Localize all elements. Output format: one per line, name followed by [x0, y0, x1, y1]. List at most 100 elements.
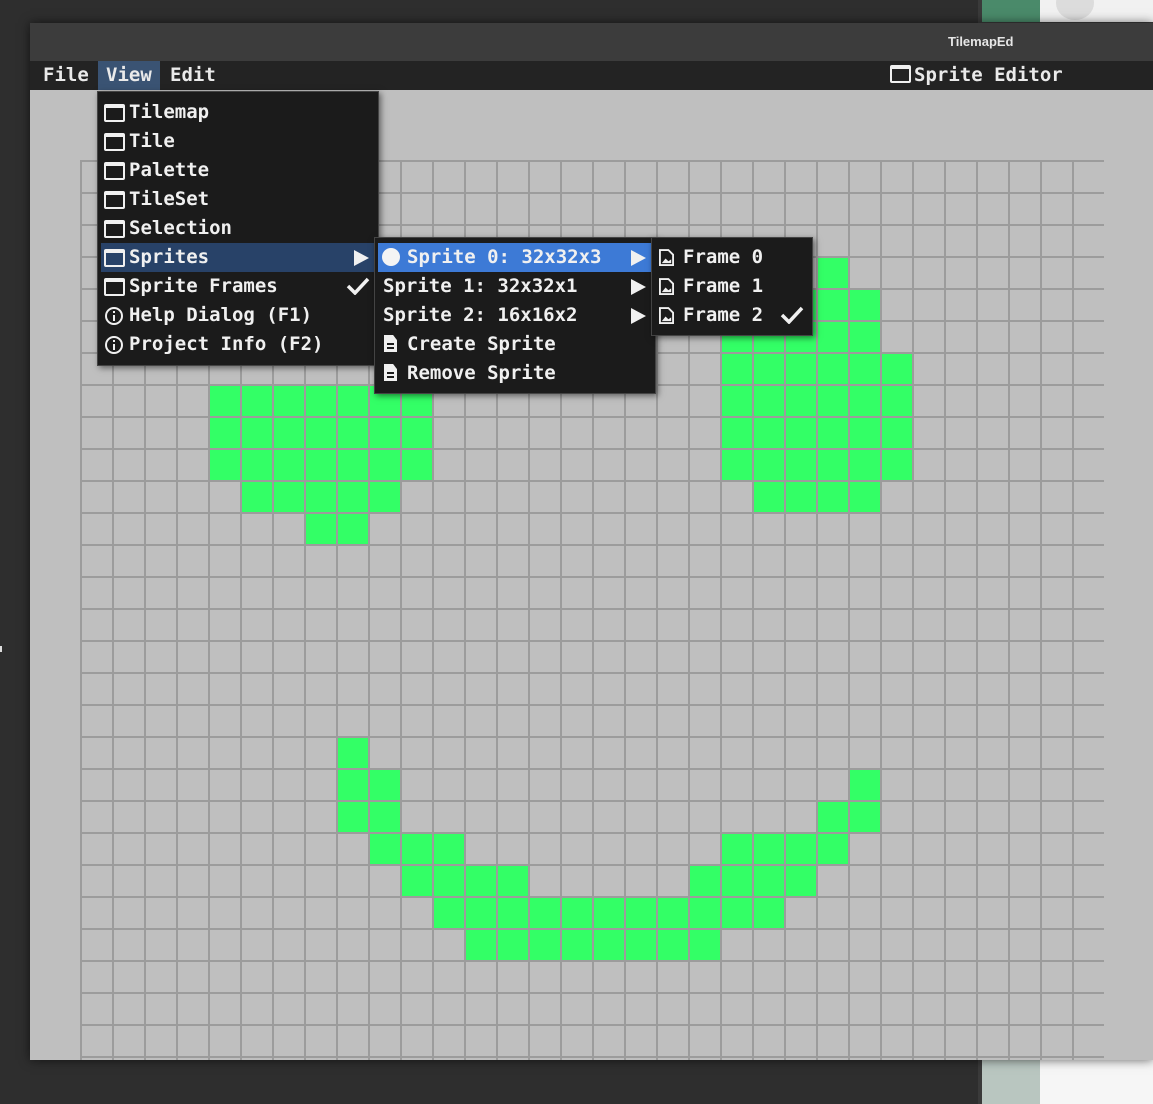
sprite-pixel[interactable]: [786, 866, 816, 896]
view-menu-item-tile[interactable]: Tile: [101, 127, 375, 156]
sprite-pixel[interactable]: [818, 322, 848, 352]
sprite-pixel[interactable]: [818, 354, 848, 384]
sprite-pixel[interactable]: [434, 866, 464, 896]
sprite-pixel[interactable]: [754, 482, 784, 512]
sprite-pixel[interactable]: [338, 386, 368, 416]
sprite-pixel[interactable]: [818, 450, 848, 480]
view-menu-item-tilemap[interactable]: Tilemap: [101, 98, 375, 127]
sprite-pixel[interactable]: [562, 898, 592, 928]
sprite-pixel[interactable]: [402, 866, 432, 896]
sprite-pixel[interactable]: [850, 386, 880, 416]
sprite-pixel[interactable]: [530, 930, 560, 960]
sprite-item-0[interactable]: Sprite 0: 32x32x3: [378, 243, 652, 272]
sprite-pixel[interactable]: [242, 450, 272, 480]
sprite-pixel[interactable]: [338, 738, 368, 768]
sprite-pixel[interactable]: [306, 482, 336, 512]
sprite-pixel[interactable]: [818, 834, 848, 864]
view-menu-item-selection[interactable]: Selection: [101, 214, 375, 243]
sprite-pixel[interactable]: [338, 514, 368, 544]
sprite-pixel[interactable]: [370, 802, 400, 832]
sprite-pixel[interactable]: [850, 450, 880, 480]
sprite-pixel[interactable]: [722, 418, 752, 448]
sprite-pixel[interactable]: [626, 898, 656, 928]
sprite-pixel[interactable]: [306, 514, 336, 544]
sprite-pixel[interactable]: [850, 482, 880, 512]
sprite-pixel[interactable]: [338, 802, 368, 832]
sprite-pixel[interactable]: [786, 386, 816, 416]
sprite-pixel[interactable]: [850, 354, 880, 384]
sprite-pixel[interactable]: [306, 386, 336, 416]
sprite-pixel[interactable]: [210, 418, 240, 448]
frame-item-0[interactable]: Frame 0: [655, 243, 809, 272]
sprite-pixel[interactable]: [754, 450, 784, 480]
menu-file[interactable]: File: [35, 61, 97, 90]
sprite-pixel[interactable]: [818, 802, 848, 832]
sprite-pixel[interactable]: [338, 450, 368, 480]
sprite-pixel[interactable]: [818, 418, 848, 448]
sprite-pixel[interactable]: [754, 386, 784, 416]
sprite-pixel[interactable]: [466, 898, 496, 928]
sprite-pixel[interactable]: [786, 418, 816, 448]
view-menu-item-palette[interactable]: Palette: [101, 156, 375, 185]
sprite-pixel[interactable]: [818, 290, 848, 320]
sprite-pixel[interactable]: [242, 482, 272, 512]
sprite-pixel[interactable]: [850, 418, 880, 448]
sprite-item-1[interactable]: Sprite 1: 32x32x1: [378, 272, 652, 301]
sprite-pixel[interactable]: [786, 450, 816, 480]
sprite-pixel[interactable]: [338, 418, 368, 448]
sprite-pixel[interactable]: [690, 898, 720, 928]
sprite-pixel[interactable]: [754, 898, 784, 928]
sprite-pixel[interactable]: [210, 386, 240, 416]
sprite-pixel[interactable]: [754, 418, 784, 448]
sprite-pixel[interactable]: [370, 482, 400, 512]
sprite-pixel[interactable]: [210, 450, 240, 480]
menu-view[interactable]: View: [98, 61, 160, 90]
sprite-pixel[interactable]: [370, 834, 400, 864]
sprite-pixel[interactable]: [786, 482, 816, 512]
sprite-pixel[interactable]: [722, 450, 752, 480]
sprite-pixel[interactable]: [274, 418, 304, 448]
sprite-editor-tab[interactable]: Sprite Editor: [890, 61, 1063, 90]
sprite-pixel[interactable]: [402, 450, 432, 480]
sprite-pixel[interactable]: [754, 834, 784, 864]
sprite-pixel[interactable]: [370, 770, 400, 800]
sprite-pixel[interactable]: [754, 866, 784, 896]
sprite-pixel[interactable]: [242, 418, 272, 448]
sprite-pixel[interactable]: [274, 450, 304, 480]
sprite-pixel[interactable]: [498, 898, 528, 928]
sprite-pixel[interactable]: [850, 322, 880, 352]
sprite-pixel[interactable]: [530, 898, 560, 928]
sprite-pixel[interactable]: [850, 290, 880, 320]
remove-sprite-item[interactable]: Remove Sprite: [378, 359, 652, 388]
sprite-pixel[interactable]: [658, 930, 688, 960]
sprite-pixel[interactable]: [722, 386, 752, 416]
sprite-pixel[interactable]: [722, 898, 752, 928]
sprite-pixel[interactable]: [818, 386, 848, 416]
sprite-pixel[interactable]: [882, 450, 912, 480]
sprite-pixel[interactable]: [498, 930, 528, 960]
sprite-pixel[interactable]: [850, 770, 880, 800]
view-menu-item-tileset[interactable]: TileSet: [101, 185, 375, 214]
sprite-pixel[interactable]: [306, 450, 336, 480]
sprite-pixel[interactable]: [818, 258, 848, 288]
sprite-pixel[interactable]: [658, 898, 688, 928]
sprite-pixel[interactable]: [498, 866, 528, 896]
sprite-pixel[interactable]: [274, 482, 304, 512]
sprite-pixel[interactable]: [722, 354, 752, 384]
title-bar[interactable]: TilemapEd: [30, 23, 1153, 61]
sprite-pixel[interactable]: [786, 834, 816, 864]
sprite-pixel[interactable]: [434, 898, 464, 928]
sprite-pixel[interactable]: [274, 386, 304, 416]
view-menu-item-sprite-frames[interactable]: Sprite Frames: [101, 272, 375, 301]
sprite-pixel[interactable]: [754, 354, 784, 384]
sprite-pixel[interactable]: [338, 770, 368, 800]
sprite-pixel[interactable]: [690, 866, 720, 896]
sprite-pixel[interactable]: [402, 834, 432, 864]
view-menu-item-help-dialog[interactable]: Help Dialog (F1): [101, 301, 375, 330]
create-sprite-item[interactable]: Create Sprite: [378, 330, 652, 359]
sprite-pixel[interactable]: [818, 482, 848, 512]
sprite-pixel[interactable]: [594, 930, 624, 960]
frame-item-1[interactable]: Frame 1: [655, 272, 809, 301]
sprite-pixel[interactable]: [306, 418, 336, 448]
sprite-pixel[interactable]: [338, 482, 368, 512]
